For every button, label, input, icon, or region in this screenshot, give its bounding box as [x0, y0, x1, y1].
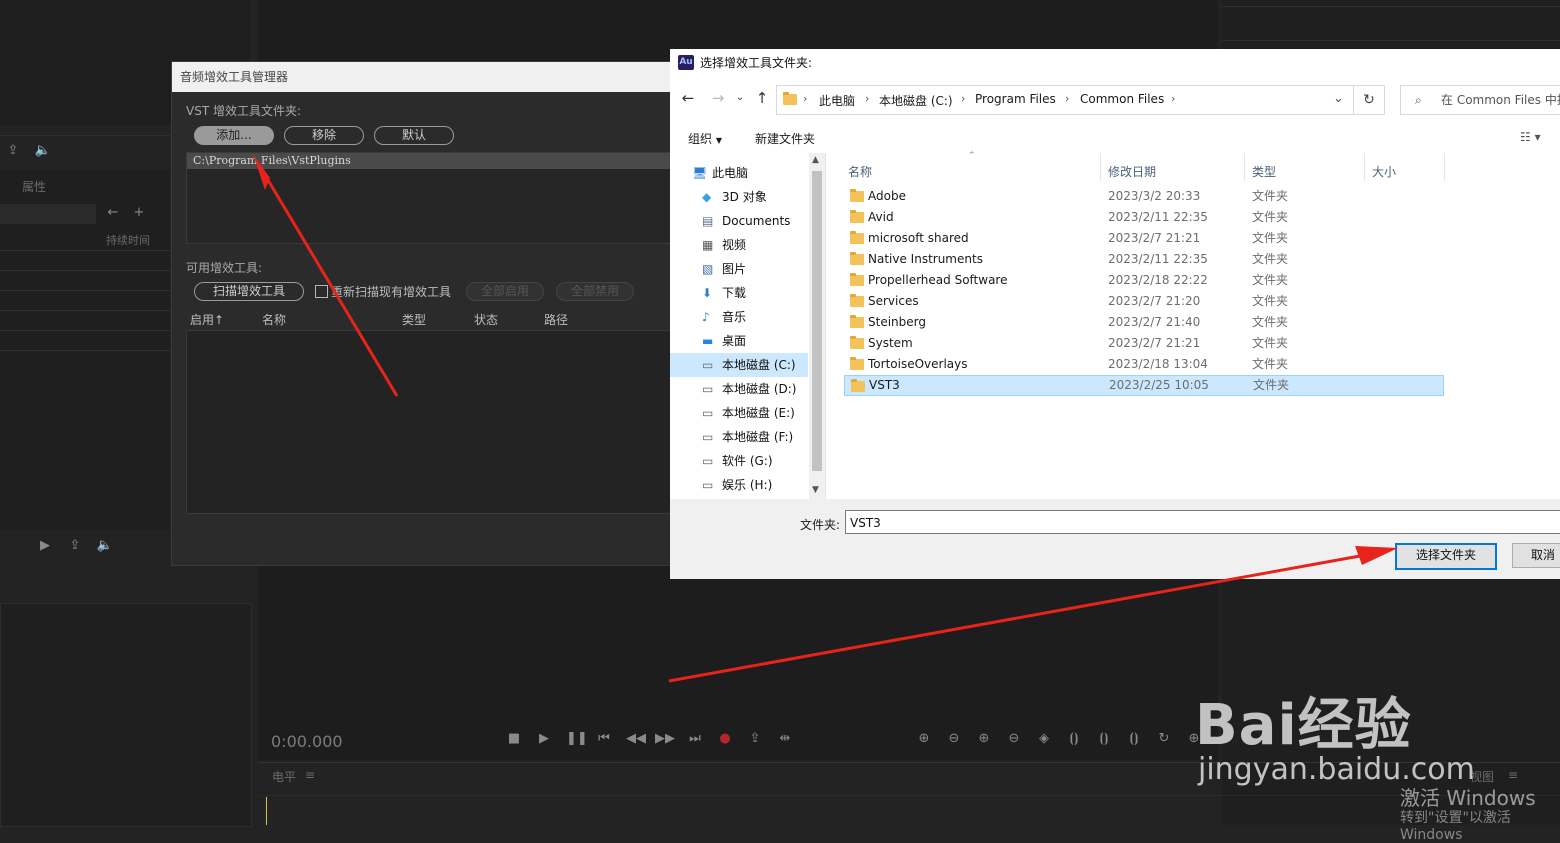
arrow-to-select-button [668, 546, 1398, 683]
baidu-watermark: Bai经验 [1195, 693, 1412, 758]
activate-windows-hint: 转到"设置"以激活 Windows [1400, 810, 1511, 843]
arrow-to-add-button [253, 154, 399, 397]
